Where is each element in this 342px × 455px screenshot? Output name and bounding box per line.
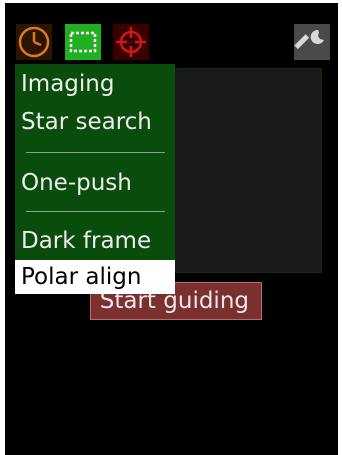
menu-divider (26, 152, 165, 153)
crosshair-icon[interactable] (113, 24, 149, 60)
device-screen: Start guiding Imaging Star search One-pu… (5, 3, 338, 455)
menu-item-imaging[interactable]: Imaging (15, 67, 175, 101)
menu-item-polar-align[interactable]: Polar align (15, 260, 175, 294)
menu-item-star-search[interactable]: Star search (15, 105, 175, 139)
mode-dropdown-menu: Imaging Star search One-push Dark frame … (15, 64, 175, 294)
camera-preview (174, 68, 322, 273)
wrench-icon[interactable] (294, 24, 330, 60)
menu-divider (26, 211, 165, 212)
frame-icon[interactable] (65, 24, 101, 60)
menu-item-one-push[interactable]: One-push (15, 166, 175, 200)
menu-item-dark-frame[interactable]: Dark frame (15, 224, 175, 258)
clock-icon[interactable] (16, 24, 52, 60)
